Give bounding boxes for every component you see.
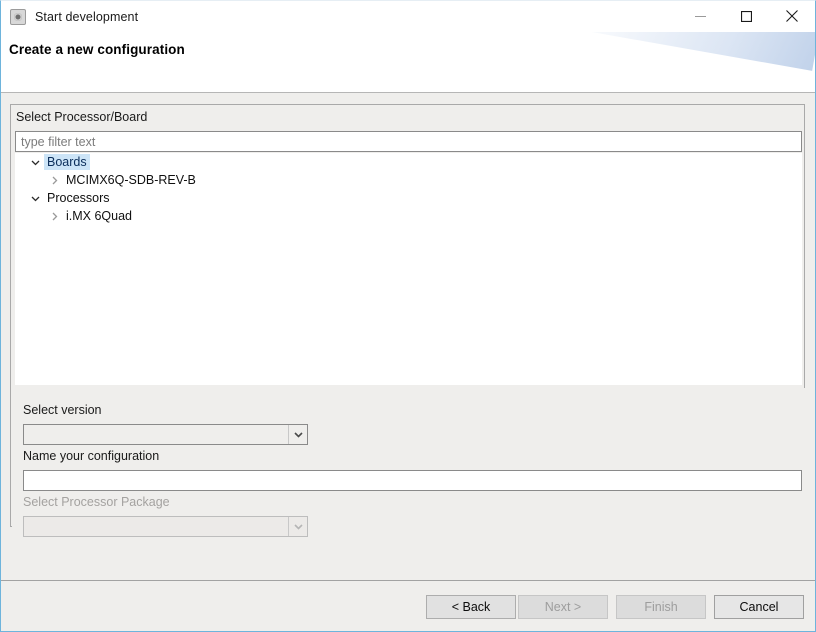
window-title: Start development	[35, 9, 139, 24]
close-button[interactable]	[769, 1, 815, 31]
chevron-down-icon	[288, 517, 307, 536]
tree-item-boards[interactable]: Boards	[15, 153, 802, 171]
chevron-down-icon[interactable]	[288, 425, 307, 444]
next-button: Next >	[518, 595, 608, 619]
tree-item-mcimx6q-sdb-rev-b[interactable]: MCIMX6Q-SDB-REV-B	[15, 171, 802, 189]
select-version-label: Select version	[23, 403, 102, 417]
select-processor-package-value	[24, 517, 288, 536]
dialog-window: Start development Create a new configura…	[0, 0, 816, 632]
close-icon	[786, 10, 798, 22]
tree-item-label: Boards	[44, 154, 90, 170]
tree-item-imx-6quad[interactable]: i.MX 6Quad	[15, 207, 802, 225]
chevron-right-icon[interactable]	[46, 211, 63, 222]
maximize-icon	[740, 10, 752, 22]
configuration-fields: Select version Name your configuration S…	[12, 388, 805, 537]
filter-placeholder: type filter text	[21, 135, 96, 149]
name-configuration-input[interactable]	[23, 470, 802, 491]
maximize-button[interactable]	[723, 1, 769, 31]
select-processor-board-group: Select Processor/Board type filter text …	[10, 104, 805, 537]
select-version-value	[24, 425, 288, 444]
tree-item-label: Processors	[47, 191, 110, 205]
processor-board-tree[interactable]: Boards MCIMX6Q-SDB-REV-B Processors i.MX…	[15, 153, 802, 385]
chevron-right-icon[interactable]	[46, 175, 63, 186]
minimize-button[interactable]	[677, 1, 723, 31]
chevron-down-icon[interactable]	[27, 193, 44, 204]
select-version-dropdown[interactable]	[23, 424, 308, 445]
name-configuration-label: Name your configuration	[23, 449, 160, 463]
select-processor-package-label: Select Processor Package	[23, 495, 170, 509]
header-decoration	[516, 32, 815, 71]
minimize-icon	[694, 11, 706, 22]
finish-button: Finish	[616, 595, 706, 619]
dialog-body: Select Processor/Board type filter text …	[1, 93, 815, 580]
select-processor-package-dropdown	[23, 516, 308, 537]
dialog-header: Create a new configuration	[1, 32, 815, 93]
title-bar: Start development	[1, 1, 815, 32]
cancel-button[interactable]: Cancel	[714, 595, 804, 619]
tree-item-processors[interactable]: Processors	[15, 189, 802, 207]
back-button[interactable]: < Back	[426, 595, 516, 619]
application-icon	[10, 8, 26, 25]
page-title: Create a new configuration	[9, 42, 185, 57]
dialog-footer: < Back Next > Finish Cancel	[1, 580, 815, 631]
filter-input[interactable]: type filter text	[15, 131, 802, 152]
chevron-down-icon[interactable]	[27, 157, 44, 168]
tree-item-label: MCIMX6Q-SDB-REV-B	[66, 173, 196, 187]
group-label: Select Processor/Board	[16, 110, 148, 124]
tree-item-label: i.MX 6Quad	[66, 209, 133, 223]
